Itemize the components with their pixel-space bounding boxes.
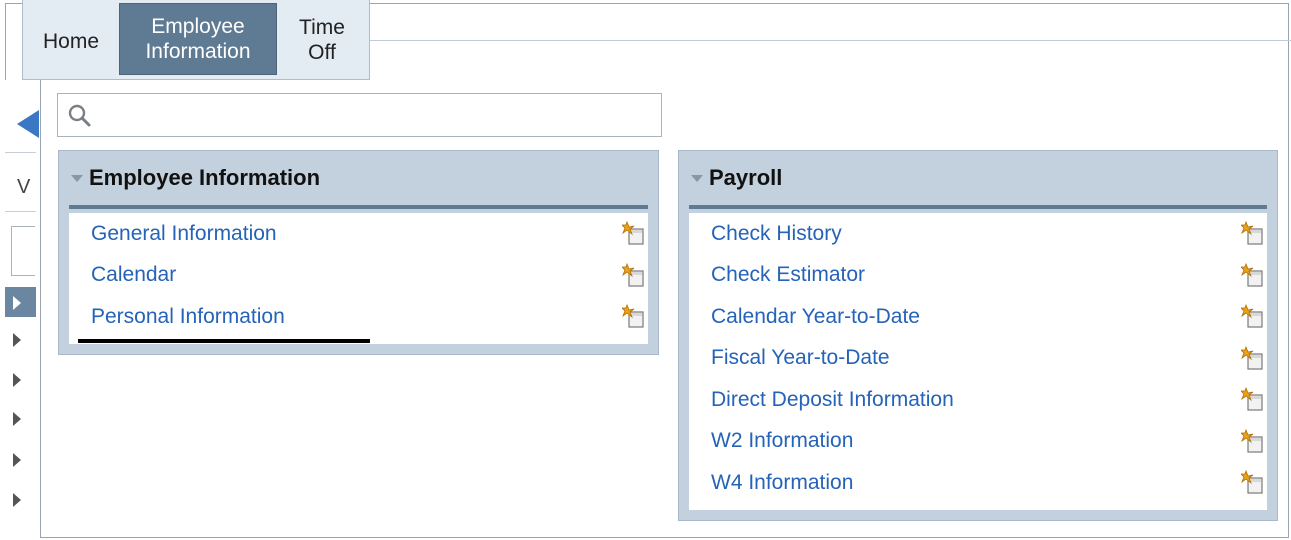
item-link[interactable]: Fiscal Year-to-Date	[711, 346, 890, 370]
side-row[interactable]	[5, 324, 36, 354]
new-window-icon[interactable]	[1241, 262, 1265, 289]
search-icon	[68, 104, 91, 127]
tab-home[interactable]: Home	[23, 0, 119, 79]
panel-title: Payroll	[709, 165, 783, 190]
tab-time-off[interactable]: Time Off	[277, 0, 367, 79]
tab-bar: Home Employee Information Time Off	[22, 0, 370, 80]
tab-home-label: Home	[42, 30, 100, 53]
collapse-arrow-icon[interactable]	[17, 110, 39, 138]
side-row[interactable]	[5, 364, 36, 394]
payroll-panel: Payroll Check History Check Estimator Cale…	[678, 150, 1278, 521]
side-row[interactable]	[5, 484, 36, 514]
expand-arrow-icon	[13, 373, 21, 387]
collapse-caret-icon[interactable]	[71, 174, 83, 182]
side-divider	[5, 152, 36, 153]
list-item: Direct Deposit Information	[689, 379, 1267, 421]
panel-title: Employee Information	[89, 165, 321, 190]
list-item: Personal Information	[69, 296, 648, 338]
tab-employee-information-label: Employee Information	[145, 15, 251, 63]
employee-information-header[interactable]: Employee Information	[69, 151, 648, 209]
employee-information-list: General Information Calendar Personal Info…	[69, 213, 648, 344]
payroll-list: Check History Check Estimator Calendar Yea…	[689, 213, 1267, 510]
item-link[interactable]: Calendar	[91, 263, 176, 287]
new-window-icon[interactable]	[1241, 345, 1265, 372]
item-link[interactable]: Personal Information	[91, 305, 285, 329]
side-row[interactable]	[5, 287, 36, 317]
employee-information-panel: Employee Information General Information…	[58, 150, 659, 355]
item-link[interactable]: General Information	[91, 222, 277, 246]
new-window-icon[interactable]	[1241, 387, 1265, 413]
new-window-icon[interactable]	[622, 221, 646, 247]
search-box[interactable]	[57, 93, 662, 137]
list-item: W4 Information	[689, 462, 1267, 504]
tab-employee-information[interactable]: Employee Information	[119, 3, 277, 75]
expand-arrow-icon	[13, 412, 21, 426]
item-link[interactable]: Check History	[711, 222, 842, 246]
list-item: Calendar	[69, 255, 648, 297]
search-input[interactable]	[98, 100, 652, 132]
list-item: Check Estimator	[689, 255, 1267, 297]
collapse-caret-icon[interactable]	[691, 174, 703, 182]
list-item: Fiscal Year-to-Date	[689, 338, 1267, 380]
tab-time-off-label: Time Off	[299, 15, 345, 64]
annotation-underline	[78, 339, 370, 343]
side-row[interactable]	[5, 403, 36, 433]
item-link[interactable]: W2 Information	[711, 429, 853, 453]
new-window-icon[interactable]	[622, 304, 646, 330]
expand-arrow-icon	[13, 493, 21, 507]
item-link[interactable]: Calendar Year-to-Date	[711, 305, 920, 329]
side-input[interactable]	[11, 226, 35, 276]
new-window-icon[interactable]	[1241, 428, 1265, 455]
header-divider	[368, 40, 1291, 41]
item-link[interactable]: Check Estimator	[711, 263, 865, 287]
list-item: Calendar Year-to-Date	[689, 296, 1267, 338]
item-link[interactable]: Direct Deposit Information	[711, 388, 954, 412]
new-window-icon[interactable]	[622, 262, 646, 289]
list-item: W2 Information	[689, 421, 1267, 463]
expand-arrow-icon	[13, 333, 21, 347]
list-item: Check History	[689, 213, 1267, 255]
expand-arrow-icon	[13, 296, 21, 310]
new-window-icon[interactable]	[1241, 470, 1265, 496]
side-panel-letter: V	[17, 176, 31, 198]
side-divider	[5, 211, 36, 212]
side-row[interactable]	[5, 444, 36, 474]
expand-arrow-icon	[13, 453, 21, 467]
list-item: General Information	[69, 213, 648, 255]
payroll-header[interactable]: Payroll	[689, 151, 1267, 209]
item-link[interactable]: W4 Information	[711, 471, 853, 495]
new-window-icon[interactable]	[1241, 304, 1265, 330]
new-window-icon[interactable]	[1241, 221, 1265, 247]
side-panel: V	[5, 80, 41, 538]
